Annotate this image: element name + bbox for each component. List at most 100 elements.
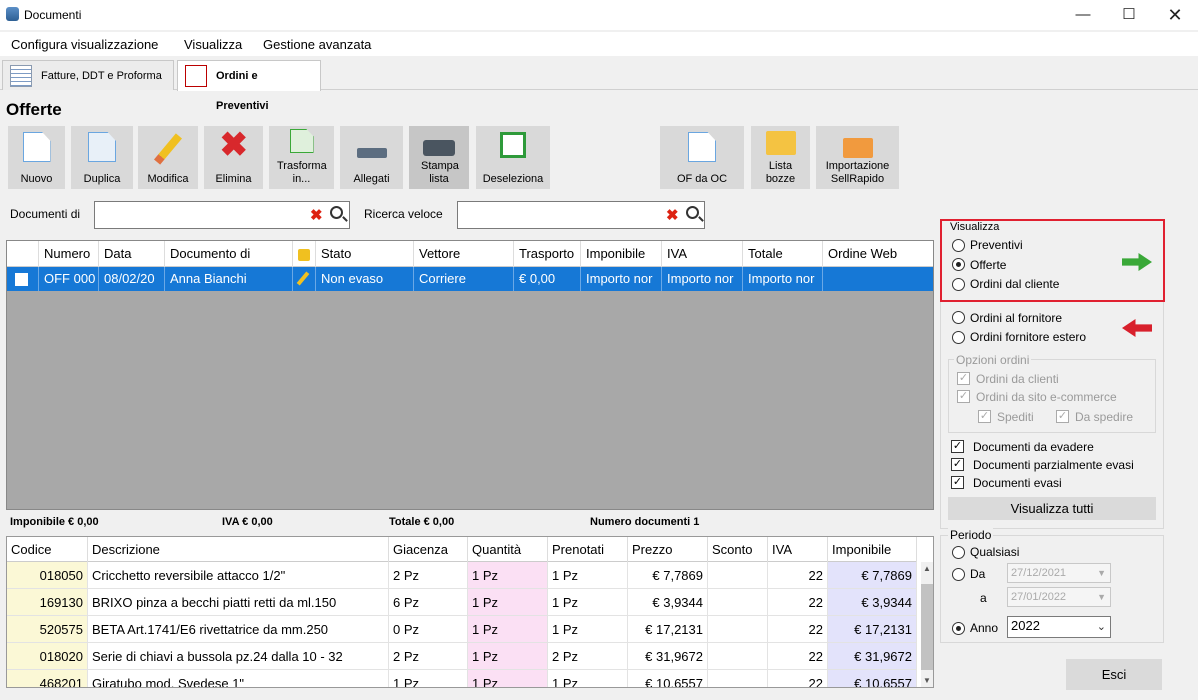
clear-icon[interactable]: ✖ bbox=[666, 206, 679, 224]
doc-evadere-label[interactable]: Documenti da evadere bbox=[973, 440, 1094, 454]
row-checkbox[interactable] bbox=[15, 273, 28, 286]
table-row[interactable]: 468201 Giratubo mod. Svedese 1" 1 Pz 1 Pz 1 … bbox=[7, 670, 917, 687]
table-row[interactable]: OFF 000 08/02/20 Anna Bianchi Non evaso … bbox=[7, 267, 933, 291]
tab-fatture[interactable]: Fatture, DDT e Proforma bbox=[2, 60, 174, 90]
elimina-button[interactable]: ✖ Elimina bbox=[204, 126, 263, 189]
visualizza-tutti-button[interactable]: Visualizza tutti bbox=[948, 497, 1156, 520]
details-col-prenotati[interactable]: Prenotati bbox=[548, 537, 628, 562]
documents-grid[interactable]: Numero Data Documento di Stato Vettore T… bbox=[6, 240, 934, 510]
da-radio[interactable] bbox=[952, 568, 965, 581]
da-date-picker[interactable]: 27/12/2021 ▼ bbox=[1007, 563, 1111, 583]
lista-bozze-button[interactable]: Lista bozze bbox=[751, 126, 810, 189]
menu-configura[interactable]: Configura visualizzazione bbox=[11, 37, 158, 52]
qualsiasi-label[interactable]: Qualsiasi bbox=[970, 545, 1019, 559]
importazione-button[interactable]: Importazione SellRapido bbox=[816, 126, 899, 189]
menu-visualizza[interactable]: Visualizza bbox=[184, 37, 242, 52]
spediti-checkbox[interactable]: ✓ bbox=[978, 410, 991, 423]
da-label[interactable]: Da bbox=[970, 567, 985, 581]
scroll-up-icon[interactable]: ▲ bbox=[923, 564, 931, 573]
details-col-prezzo[interactable]: Prezzo bbox=[628, 537, 708, 562]
table-row[interactable]: 018050 Cricchetto reversibile attacco 1/2… bbox=[7, 562, 917, 589]
ricerca-veloce-input[interactable]: ✖ bbox=[457, 201, 705, 229]
grid-col-documento-di[interactable]: Documento di bbox=[165, 241, 293, 267]
ordini-cliente-label[interactable]: Ordini dal cliente bbox=[970, 277, 1059, 291]
a-date-picker[interactable]: 27/01/2022 ▼ bbox=[1007, 587, 1111, 607]
a-label: a bbox=[980, 591, 987, 605]
row-checkbox-cell[interactable] bbox=[7, 267, 39, 291]
grid-col-stato[interactable]: Stato bbox=[316, 241, 414, 267]
doc-evadere-checkbox[interactable]: ✓ bbox=[951, 440, 964, 453]
deseleziona-button[interactable]: Deseleziona bbox=[476, 126, 550, 189]
offerte-label[interactable]: Offerte bbox=[970, 258, 1006, 272]
ordini-fornitore-radio[interactable] bbox=[952, 311, 965, 324]
doc-parziali-label[interactable]: Documenti parzialmente evasi bbox=[973, 458, 1134, 472]
maximize-button[interactable]: ☐ bbox=[1106, 0, 1152, 30]
grid-col-totale[interactable]: Totale bbox=[743, 241, 823, 267]
cell-prenotati: 1 Pz bbox=[548, 670, 628, 687]
cell-codice: 018020 bbox=[7, 643, 88, 670]
minimize-button[interactable]: — bbox=[1060, 0, 1106, 30]
anno-select[interactable]: 2022 ⌄ bbox=[1007, 616, 1111, 638]
grid-col-numero[interactable]: Numero bbox=[39, 241, 99, 267]
details-col-quantita[interactable]: Quantità bbox=[468, 537, 548, 562]
details-col-iva[interactable]: IVA bbox=[768, 537, 828, 562]
allegati-button[interactable]: Allegati bbox=[340, 126, 403, 189]
details-col-imponibile[interactable]: Imponibile bbox=[828, 537, 917, 562]
ordini-estero-label[interactable]: Ordini fornitore estero bbox=[970, 330, 1086, 344]
anno-label[interactable]: Anno bbox=[970, 621, 998, 635]
grid-col-trasporto[interactable]: Trasporto bbox=[514, 241, 581, 267]
stampa-lista-button[interactable]: Stampa lista bbox=[409, 126, 469, 189]
clear-icon[interactable]: ✖ bbox=[310, 206, 323, 224]
ordini-da-clienti-checkbox[interactable]: ✓ bbox=[957, 372, 970, 385]
doc-evasi-checkbox[interactable]: ✓ bbox=[951, 476, 964, 489]
details-col-giacenza[interactable]: Giacenza bbox=[389, 537, 468, 562]
cell-giacenza: 6 Pz bbox=[389, 589, 468, 616]
cell-edit[interactable] bbox=[293, 267, 316, 291]
close-button[interactable]: ✕ bbox=[1152, 0, 1198, 30]
esci-button[interactable]: Esci bbox=[1066, 659, 1162, 690]
documenti-di-input[interactable]: ✖ bbox=[94, 201, 350, 229]
table-row[interactable]: 018020 Serie di chiavi a bussola pz.24 da… bbox=[7, 643, 917, 670]
grid-col-data[interactable]: Data bbox=[99, 241, 165, 267]
ordini-cliente-radio[interactable] bbox=[952, 278, 965, 291]
da-spedire-checkbox[interactable]: ✓ bbox=[1056, 410, 1069, 423]
details-grid[interactable]: Codice Descrizione Giacenza Quantità Pre… bbox=[6, 536, 934, 688]
ordini-estero-radio[interactable] bbox=[952, 331, 965, 344]
ordini-fornitore-label[interactable]: Ordini al fornitore bbox=[970, 311, 1062, 325]
preventivi-label[interactable]: Preventivi bbox=[970, 238, 1023, 252]
anno-radio[interactable] bbox=[952, 622, 965, 635]
cell-giacenza: 2 Pz bbox=[389, 562, 468, 589]
details-scrollbar[interactable]: ▲ ▼ bbox=[921, 562, 933, 687]
scroll-down-icon[interactable]: ▼ bbox=[923, 676, 931, 685]
grid-col-ordine-web[interactable]: Ordine Web bbox=[823, 241, 933, 267]
tab-ordini[interactable]: Ordini e Preventivi bbox=[177, 60, 321, 112]
trasforma-button[interactable]: Trasforma in... bbox=[269, 126, 334, 189]
doc-parziali-checkbox[interactable]: ✓ bbox=[951, 458, 964, 471]
search-icon[interactable] bbox=[686, 206, 699, 219]
search-icon[interactable] bbox=[330, 206, 343, 219]
grid-col-edit[interactable] bbox=[293, 241, 316, 267]
table-row[interactable]: 520575 BETA Art.1741/E6 rivettatrice da m… bbox=[7, 616, 917, 643]
menu-gestione-avanzata[interactable]: Gestione avanzata bbox=[263, 37, 371, 52]
qualsiasi-radio[interactable] bbox=[952, 546, 965, 559]
details-col-codice[interactable]: Codice bbox=[7, 537, 88, 562]
cell-quantita: 1 Pz bbox=[468, 670, 548, 687]
ordini-ecommerce-checkbox[interactable]: ✓ bbox=[957, 390, 970, 403]
app-icon bbox=[6, 7, 19, 21]
table-row[interactable]: 169130 BRIXO pinza a becchi piatti retti … bbox=[7, 589, 917, 616]
of-da-oc-button[interactable]: OF da OC bbox=[660, 126, 744, 189]
grid-col-imponibile[interactable]: Imponibile bbox=[581, 241, 662, 267]
details-col-descrizione[interactable]: Descrizione bbox=[88, 537, 389, 562]
preventivi-radio[interactable] bbox=[952, 239, 965, 252]
modifica-button[interactable]: Modifica bbox=[138, 126, 198, 189]
modifica-label: Modifica bbox=[147, 173, 189, 185]
doc-evasi-label[interactable]: Documenti evasi bbox=[973, 476, 1062, 490]
nuovo-button[interactable]: Nuovo bbox=[8, 126, 65, 189]
edit-icon bbox=[298, 248, 310, 261]
grid-col-iva[interactable]: IVA bbox=[662, 241, 743, 267]
duplica-button[interactable]: Duplica bbox=[71, 126, 133, 189]
offerte-radio[interactable] bbox=[952, 258, 965, 271]
grid-col-vettore[interactable]: Vettore bbox=[414, 241, 514, 267]
scroll-thumb[interactable] bbox=[921, 584, 933, 670]
details-col-sconto[interactable]: Sconto bbox=[708, 537, 768, 562]
